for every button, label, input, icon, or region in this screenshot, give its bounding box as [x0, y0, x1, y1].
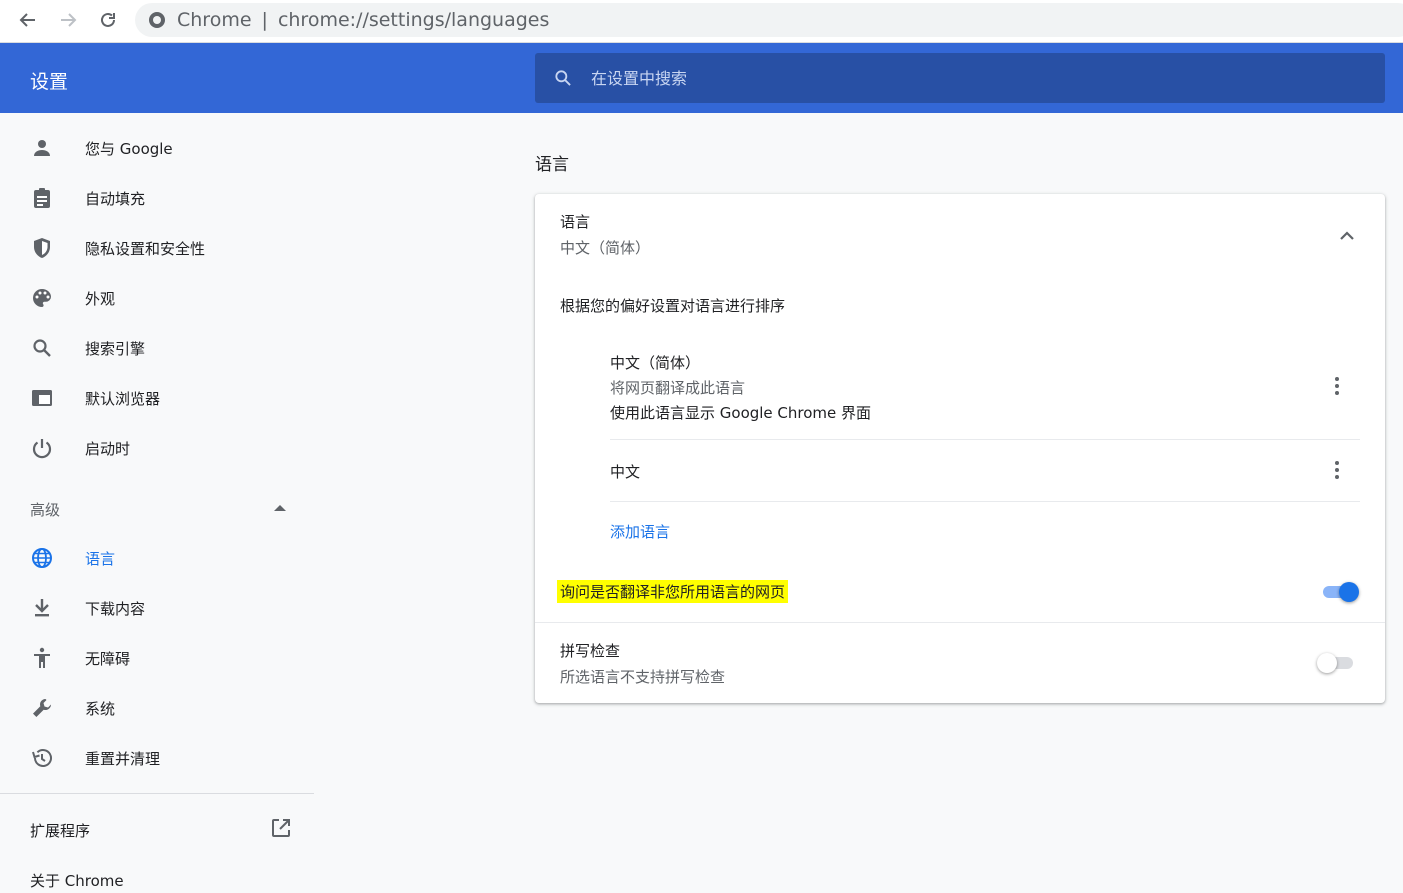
languages-title: 语言	[560, 213, 591, 231]
search-icon	[555, 70, 571, 86]
sidebar-item-label: 无障碍	[85, 649, 131, 668]
sidebar-item-label: 您与 Google	[85, 139, 173, 158]
sidebar-item-privacy[interactable]: 隐私设置和安全性	[0, 223, 314, 273]
accessibility-icon	[30, 646, 54, 670]
spellcheck-subtitle: 所选语言不支持拼写检查	[560, 668, 726, 686]
search-input[interactable]	[591, 66, 1351, 90]
sidebar-item-on-startup[interactable]: 启动时	[0, 423, 314, 473]
page-title: 设置	[30, 71, 69, 93]
sidebar-divider	[0, 793, 314, 794]
sidebar-item-label: 启动时	[85, 439, 131, 458]
sidebar-item-label: 隐私设置和安全性	[85, 239, 206, 258]
translate-offer-label: 询问是否翻译非您所用语言的网页	[557, 580, 789, 603]
browser-toolbar: Chrome | chrome://settings/languages	[0, 0, 1403, 43]
sidebar-item-reset[interactable]: 重置并清理	[0, 733, 314, 783]
download-icon	[30, 596, 54, 620]
more-vert-icon	[1335, 377, 1339, 381]
more-options-button[interactable]	[1327, 458, 1347, 482]
search-box[interactable]	[535, 53, 1385, 103]
browser-window-icon	[30, 386, 54, 410]
language-name: 中文（简体）	[610, 354, 701, 372]
sidebar-item-extensions[interactable]: 扩展程序	[30, 820, 90, 841]
more-options-button[interactable]	[1327, 374, 1347, 398]
sidebar-item-about-chrome[interactable]: 关于 Chrome	[30, 870, 124, 891]
address-scheme: Chrome	[177, 9, 252, 31]
history-icon	[30, 746, 54, 770]
toggle-knob	[1339, 582, 1359, 602]
language-name: 中文	[610, 463, 641, 481]
languages-card: 语言 中文（简体） 根据您的偏好设置对语言进行排序 中文（简体） 将网页翻译成此…	[535, 194, 1385, 703]
forward-button[interactable]	[53, 6, 83, 34]
section-heading: 语言	[535, 155, 569, 175]
sidebar-item-autofill[interactable]: 自动填充	[0, 173, 314, 223]
search-icon	[30, 336, 54, 360]
arrow-left-icon	[19, 13, 35, 27]
more-vert-icon-dot	[1335, 475, 1339, 479]
shield-icon	[30, 236, 54, 260]
translate-offer-toggle[interactable]	[1321, 582, 1359, 602]
language-translate-note: 将网页翻译成此语言	[610, 379, 746, 397]
globe-icon	[30, 546, 54, 570]
sidebar-item-label: 下载内容	[85, 599, 146, 618]
arrow-right-icon	[61, 13, 77, 27]
sidebar-item-search-engine[interactable]: 搜索引擎	[0, 323, 314, 373]
address-url: chrome://settings/languages	[277, 9, 550, 31]
sidebar-item-default-browser[interactable]: 默认浏览器	[0, 373, 314, 423]
sidebar-item-accessibility[interactable]: 无障碍	[0, 633, 314, 683]
sidebar-item-appearance[interactable]: 外观	[0, 273, 314, 323]
toggle-knob	[1317, 653, 1337, 673]
palette-icon	[30, 286, 54, 310]
spellcheck-toggle[interactable]	[1317, 653, 1355, 673]
person-icon	[30, 136, 54, 160]
settings-header: 设置	[0, 43, 1403, 113]
order-description: 根据您的偏好设置对语言进行排序	[560, 297, 786, 315]
sidebar-item-label: 语言	[85, 549, 116, 568]
sidebar-item-label: 重置并清理	[85, 749, 161, 768]
sidebar-item-languages[interactable]: 语言	[0, 533, 314, 583]
languages-subtitle: 中文（简体）	[560, 239, 651, 257]
section-divider	[535, 622, 1385, 623]
sidebar-item-you-and-google[interactable]: 您与 Google	[0, 123, 314, 173]
sidebar-item-downloads[interactable]: 下载内容	[0, 583, 314, 633]
sidebar-item-label: 系统	[85, 699, 116, 718]
more-vert-icon-dot	[1335, 391, 1339, 395]
back-button[interactable]	[13, 6, 43, 34]
chevron-up-icon[interactable]	[1335, 224, 1359, 248]
reload-icon	[101, 12, 115, 27]
sidebar: 您与 Google 自动填充 隐私设置和安全性 外观 搜索引擎 默认浏览器 启动…	[0, 113, 314, 893]
collapse-arrow-icon[interactable]	[274, 505, 286, 511]
sidebar-item-label: 自动填充	[85, 189, 146, 208]
wrench-icon	[30, 696, 54, 720]
sidebar-item-label: 搜索引擎	[85, 339, 146, 358]
sidebar-item-label: 外观	[85, 289, 116, 308]
address-bar[interactable]: Chrome | chrome://settings/languages	[135, 3, 1403, 37]
open-in-new-icon[interactable]	[270, 817, 292, 839]
more-vert-icon	[1335, 461, 1339, 465]
more-vert-icon-dot	[1335, 384, 1339, 388]
reload-button[interactable]	[93, 6, 123, 34]
sidebar-item-system[interactable]: 系统	[0, 683, 314, 733]
add-language-link[interactable]: 添加语言	[610, 521, 670, 542]
clipboard-icon	[30, 186, 54, 210]
spellcheck-title: 拼写检查	[560, 642, 621, 660]
list-divider	[610, 439, 1360, 440]
sidebar-item-label: 默认浏览器	[85, 389, 161, 408]
power-icon	[30, 436, 54, 460]
language-ui-note: 使用此语言显示 Google Chrome 界面	[610, 404, 872, 422]
more-vert-icon-dot	[1335, 468, 1339, 472]
address-separator: |	[261, 9, 268, 31]
list-divider	[610, 501, 1360, 502]
advanced-section-toggle[interactable]: 高级	[30, 499, 60, 520]
chrome-icon	[149, 12, 165, 28]
